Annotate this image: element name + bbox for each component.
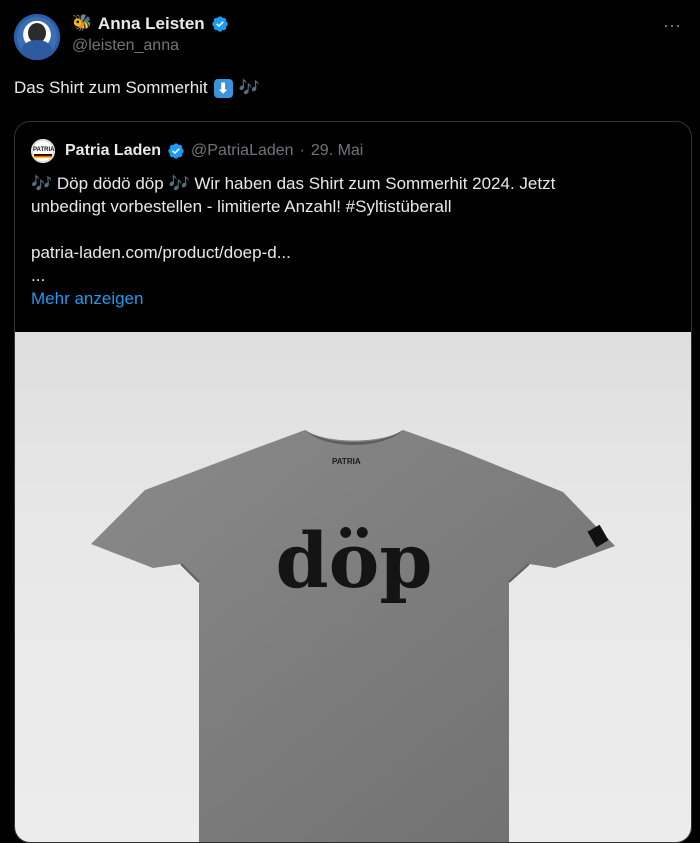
quoted-date[interactable]: 29. Mai [311, 142, 363, 160]
tweet-header: 🐝 Anna Leisten @leisten_anna ⋯ [14, 12, 686, 62]
more-options-icon[interactable]: ⋯ [663, 16, 682, 37]
quoted-verified-badge-icon[interactable] [167, 142, 185, 160]
tweet-text: Das Shirt zum Sommerhit ⬇ 🎶 [14, 78, 260, 98]
flag-stripe [34, 154, 52, 158]
quoted-handle[interactable]: @PatriaLaden [191, 142, 294, 160]
music-notes-icon: 🎶 [31, 174, 53, 193]
music-notes-icon: 🎶 [168, 174, 190, 193]
author-display-name[interactable]: Anna Leisten [98, 14, 205, 34]
shirt-neck-label: PATRIA [332, 457, 361, 466]
avatar-shoulders [22, 40, 52, 60]
music-notes-icon: 🎶 [238, 78, 260, 97]
quoted-display-name[interactable]: Patria Laden [65, 142, 161, 160]
quoted-separator: · [299, 142, 305, 159]
quoted-body: 🎶 Döp dödö döp 🎶 Wir haben das Shirt zum… [31, 172, 671, 310]
down-arrow-icon: ⬇ [213, 78, 233, 98]
show-more-link[interactable]: Mehr anzeigen [31, 287, 671, 310]
quoted-line-1: 🎶 Döp dödö döp 🎶 Wir haben das Shirt zum… [31, 172, 671, 195]
quoted-avatar-label: PATRIA [33, 147, 55, 153]
quoted-link[interactable]: patria-laden.com/product/doep-d... [31, 241, 671, 264]
author-name-row: 🐝 Anna Leisten [72, 12, 229, 36]
tshirt-body [91, 430, 615, 842]
quoted-header: PATRIA Patria Laden @PatriaLaden · 29. M… [31, 138, 363, 164]
bee-icon: 🐝 [72, 15, 92, 32]
author-avatar[interactable] [14, 14, 60, 60]
shirt-print-text: döp [276, 516, 433, 605]
quoted-tweet[interactable]: PATRIA Patria Laden @PatriaLaden · 29. M… [14, 121, 692, 843]
tshirt-image: PATRIA döp [91, 430, 615, 842]
quoted-avatar[interactable]: PATRIA [31, 139, 55, 163]
quoted-line-2: unbedingt vorbestellen - limitierte Anza… [31, 197, 452, 216]
quoted-line-1-text: Döp dödö döp [56, 174, 164, 193]
tweet-body: Das Shirt zum Sommerhit [14, 78, 208, 97]
quoted-line-1-rest: Wir haben das Shirt zum Sommerhit 2024. … [194, 174, 556, 193]
verified-badge-icon[interactable] [211, 15, 229, 33]
quoted-media-image[interactable]: PATRIA döp [15, 332, 691, 842]
author-handle[interactable]: @leisten_anna [72, 37, 179, 55]
quoted-ellipsis: ... [31, 266, 46, 285]
